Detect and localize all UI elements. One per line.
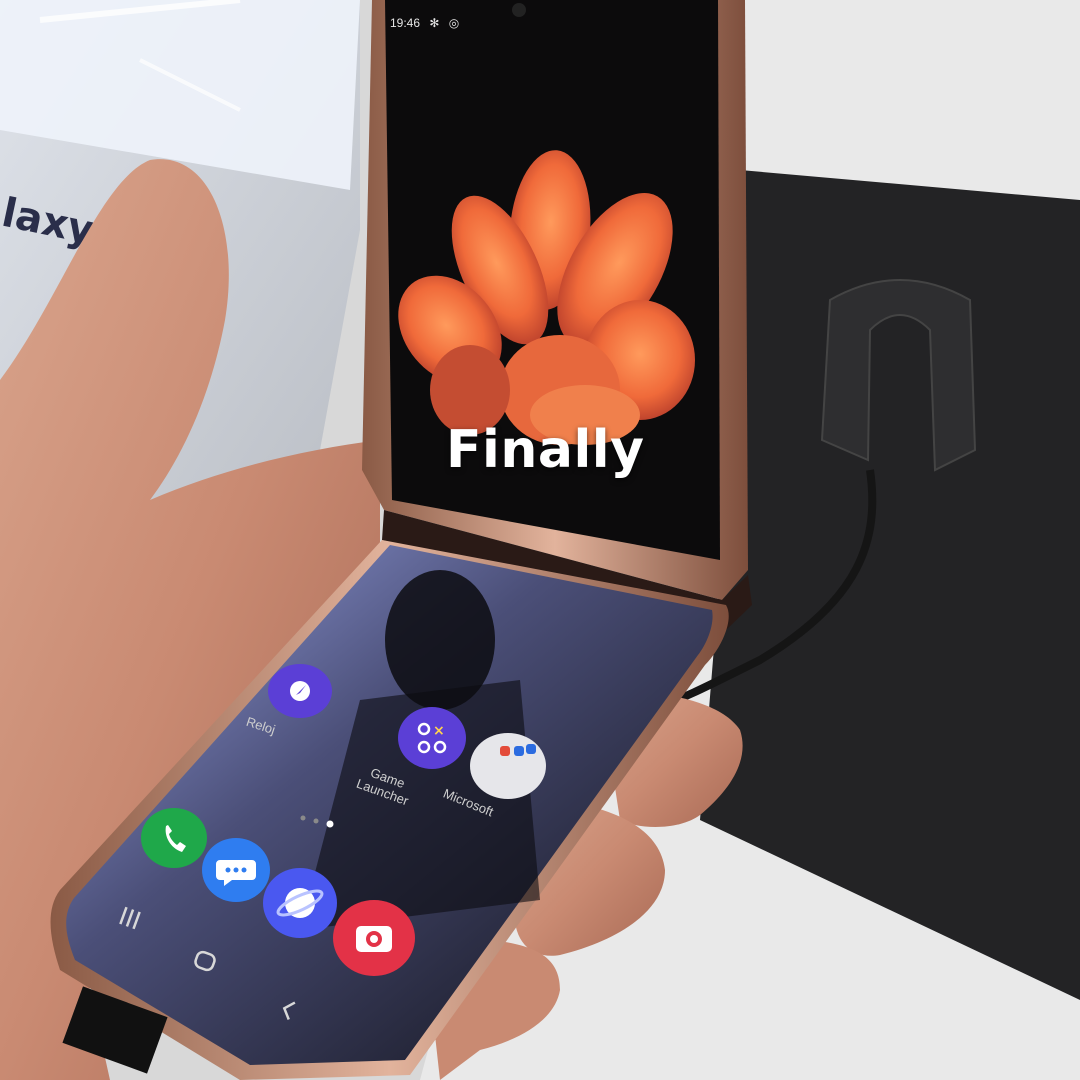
caption-text: Finally xyxy=(446,420,645,480)
front-camera xyxy=(512,3,526,17)
dock-camera[interactable] xyxy=(332,898,418,983)
home-icon[interactable] xyxy=(190,948,220,976)
app-reloj[interactable] xyxy=(266,662,336,725)
folder-icon xyxy=(470,733,546,799)
game-launcher-icon: × xyxy=(398,707,466,769)
back-icon[interactable] xyxy=(276,996,302,1024)
recents-icon[interactable] xyxy=(115,905,145,931)
photo-scene: laxy Z 19:46 ✻ ◎ Reloj × Game Launcher M… xyxy=(0,0,1080,1080)
scene-graphics: laxy Z xyxy=(0,0,1080,1080)
dock-internet[interactable] xyxy=(262,866,340,945)
status-bar: 19:46 ✻ ◎ xyxy=(390,16,465,30)
data-saver-icon: ◎ xyxy=(448,16,460,30)
app-microsoft-folder[interactable] xyxy=(468,730,552,807)
sparkle-icon: ✻ xyxy=(429,16,440,30)
status-time: 19:46 xyxy=(390,16,421,30)
clock-icon xyxy=(268,664,332,718)
app-game-launcher[interactable]: × xyxy=(396,705,468,776)
camera-icon xyxy=(333,900,415,976)
page-indicator xyxy=(300,815,334,828)
svg-text:×: × xyxy=(433,723,445,739)
internet-icon xyxy=(263,868,337,938)
